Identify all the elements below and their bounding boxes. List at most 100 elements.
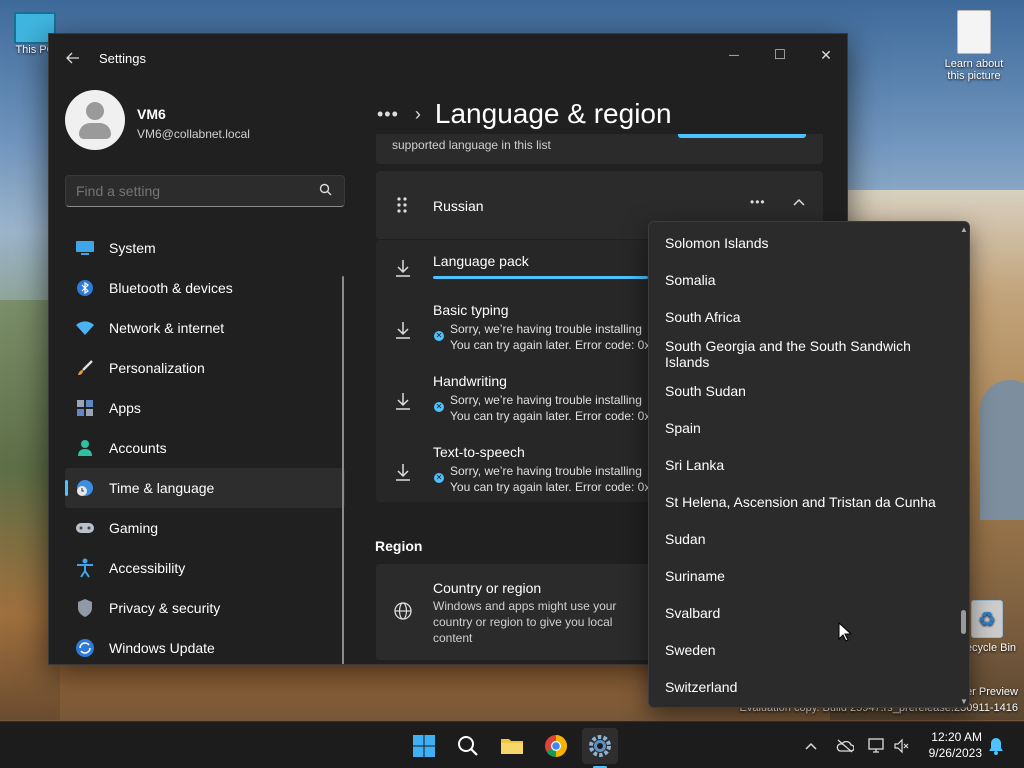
- globe-clock-icon: [75, 478, 95, 498]
- arrow-left-icon: [66, 52, 79, 64]
- dropdown-option[interactable]: Sweden: [649, 631, 949, 668]
- dropdown-option[interactable]: Solomon Islands: [649, 224, 949, 261]
- taskbar: 12:20 AM 9/26/2023: [0, 721, 1024, 768]
- drag-handle-icon[interactable]: [396, 196, 408, 214]
- feature-title: Language pack: [433, 253, 529, 269]
- country-dropdown-list[interactable]: Solomon Islands Somalia South Africa Sou…: [648, 221, 970, 708]
- folder-icon: [501, 739, 523, 754]
- country-region-desc-line2: country or region to give you local: [433, 615, 613, 629]
- sidebar-item-label: Bluetooth & devices: [109, 280, 233, 296]
- taskbar-search-button[interactable]: [450, 728, 486, 764]
- settings-taskbar-button[interactable]: [582, 728, 618, 764]
- error-icon: ✕: [434, 331, 444, 341]
- user-email: VM6@collabnet.local: [137, 127, 250, 141]
- feature-title: Handwriting: [433, 373, 507, 389]
- onedrive-tray-icon[interactable]: [836, 722, 854, 768]
- dropdown-option[interactable]: Spain: [649, 409, 949, 446]
- sidebar-item-time-language[interactable]: Time & language: [65, 468, 345, 508]
- sidebar-item-label: Network & internet: [109, 320, 225, 336]
- scroll-down-arrow-icon[interactable]: ▼: [960, 697, 968, 706]
- network-icon: [868, 737, 884, 753]
- feature-title: Basic typing: [433, 302, 509, 318]
- sidebar-item-label: Accounts: [109, 440, 167, 456]
- dropdown-option[interactable]: St Helena, Ascension and Tristan da Cunh…: [649, 483, 949, 520]
- country-region-desc-line3: content: [433, 631, 473, 645]
- minimize-button[interactable]: —: [711, 40, 757, 70]
- chevron-up-icon: [805, 742, 817, 750]
- error-message-line1: Sorry, we’re having trouble installing: [450, 322, 642, 336]
- close-button[interactable]: ✕: [803, 40, 847, 70]
- notifications-button[interactable]: [988, 722, 1004, 768]
- dropdown-option[interactable]: Sri Lanka: [649, 446, 949, 483]
- sidebar-item-label: Windows Update: [109, 640, 215, 656]
- start-button[interactable]: [406, 728, 442, 764]
- windows-logo-icon: [413, 735, 435, 757]
- person-icon: [75, 438, 95, 458]
- sidebar-item-accessibility[interactable]: Accessibility: [65, 548, 345, 588]
- window-title: Settings: [99, 51, 146, 66]
- sidebar-item-apps[interactable]: Apps: [65, 388, 345, 428]
- clock-time: 12:20 AM: [931, 730, 982, 744]
- cloud-offline-icon: [836, 739, 854, 752]
- dropdown-option[interactable]: South Sudan: [649, 372, 949, 409]
- user-profile[interactable]: VM6 VM6@collabnet.local: [65, 90, 345, 154]
- dropdown-option[interactable]: Svalbard: [649, 594, 949, 631]
- dropdown-option[interactable]: South Africa: [649, 298, 949, 335]
- file-explorer-button[interactable]: [494, 728, 530, 764]
- desktop-icon-learn-picture[interactable]: Learn about this picture: [938, 10, 1010, 82]
- add-language-button[interactable]: [678, 134, 806, 138]
- sidebar-item-system[interactable]: System: [65, 228, 345, 268]
- error-icon: ✕: [434, 473, 444, 483]
- breadcrumb-more-button[interactable]: •••: [377, 104, 399, 125]
- top-card-text: supported language in this list: [392, 138, 551, 152]
- dropdown-option[interactable]: Suriname: [649, 557, 949, 594]
- update-icon: [75, 638, 95, 658]
- maximize-button[interactable]: □: [757, 40, 803, 70]
- language-name: Russian: [433, 198, 484, 214]
- network-tray-icon[interactable]: [868, 722, 886, 768]
- apps-icon: [75, 398, 95, 418]
- desktop-icon-label-line2: this picture: [947, 70, 1001, 82]
- dropdown-option[interactable]: Sudan: [649, 520, 949, 557]
- dropdown-option[interactable]: Somalia: [649, 261, 949, 298]
- sidebar-item-label: Gaming: [109, 520, 159, 536]
- sidebar-nav: System Bluetooth & devices Network & int…: [65, 228, 345, 664]
- sidebar-item-network[interactable]: Network & internet: [65, 308, 345, 348]
- page-title: Language & region: [434, 98, 672, 129]
- clock-date: 9/26/2023: [928, 746, 982, 760]
- wifi-icon: [75, 318, 95, 338]
- minimize-icon: —: [729, 49, 739, 61]
- bell-icon: [989, 737, 1003, 755]
- volume-tray-icon[interactable]: [894, 722, 910, 768]
- monitor-icon: [75, 238, 95, 258]
- country-region-desc-line1: Windows and apps might use your: [433, 599, 617, 613]
- language-pack-progress-bar: [433, 276, 648, 279]
- sidebar-item-personalization[interactable]: Personalization: [65, 348, 345, 388]
- speaker-muted-icon: [894, 738, 909, 753]
- error-message-line2: You can try again later. Error code: 0x: [450, 409, 651, 423]
- sidebar-item-bluetooth[interactable]: Bluetooth & devices: [65, 268, 345, 308]
- tray-overflow-button[interactable]: [804, 722, 818, 768]
- breadcrumb: ••• › Language & region: [377, 94, 672, 134]
- sidebar-item-accounts[interactable]: Accounts: [65, 428, 345, 468]
- back-button[interactable]: [63, 48, 83, 68]
- avatar: [65, 90, 125, 150]
- language-more-button[interactable]: •••: [750, 195, 766, 209]
- sidebar-item-label: Apps: [109, 400, 141, 416]
- search-icon[interactable]: [319, 183, 335, 199]
- chevron-up-icon[interactable]: [792, 195, 806, 209]
- close-icon: ✕: [820, 46, 832, 63]
- scroll-up-arrow-icon[interactable]: ▲: [960, 225, 968, 234]
- chevron-right-icon: ›: [414, 103, 421, 124]
- dropdown-option[interactable]: Switzerland: [649, 668, 949, 705]
- search-input[interactable]: [65, 175, 345, 207]
- dropdown-scrollbar-thumb[interactable]: [961, 610, 966, 634]
- sidebar-scrollbar[interactable]: [342, 276, 344, 664]
- chrome-button[interactable]: [538, 728, 574, 764]
- sidebar-item-windows-update[interactable]: Windows Update: [65, 628, 345, 664]
- dropdown-option[interactable]: South Georgia and the South Sandwich Isl…: [649, 335, 949, 372]
- sidebar-item-privacy[interactable]: Privacy & security: [65, 588, 345, 628]
- taskbar-clock[interactable]: 12:20 AM 9/26/2023: [929, 729, 982, 761]
- sidebar-item-gaming[interactable]: Gaming: [65, 508, 345, 548]
- gear-icon: [589, 735, 611, 757]
